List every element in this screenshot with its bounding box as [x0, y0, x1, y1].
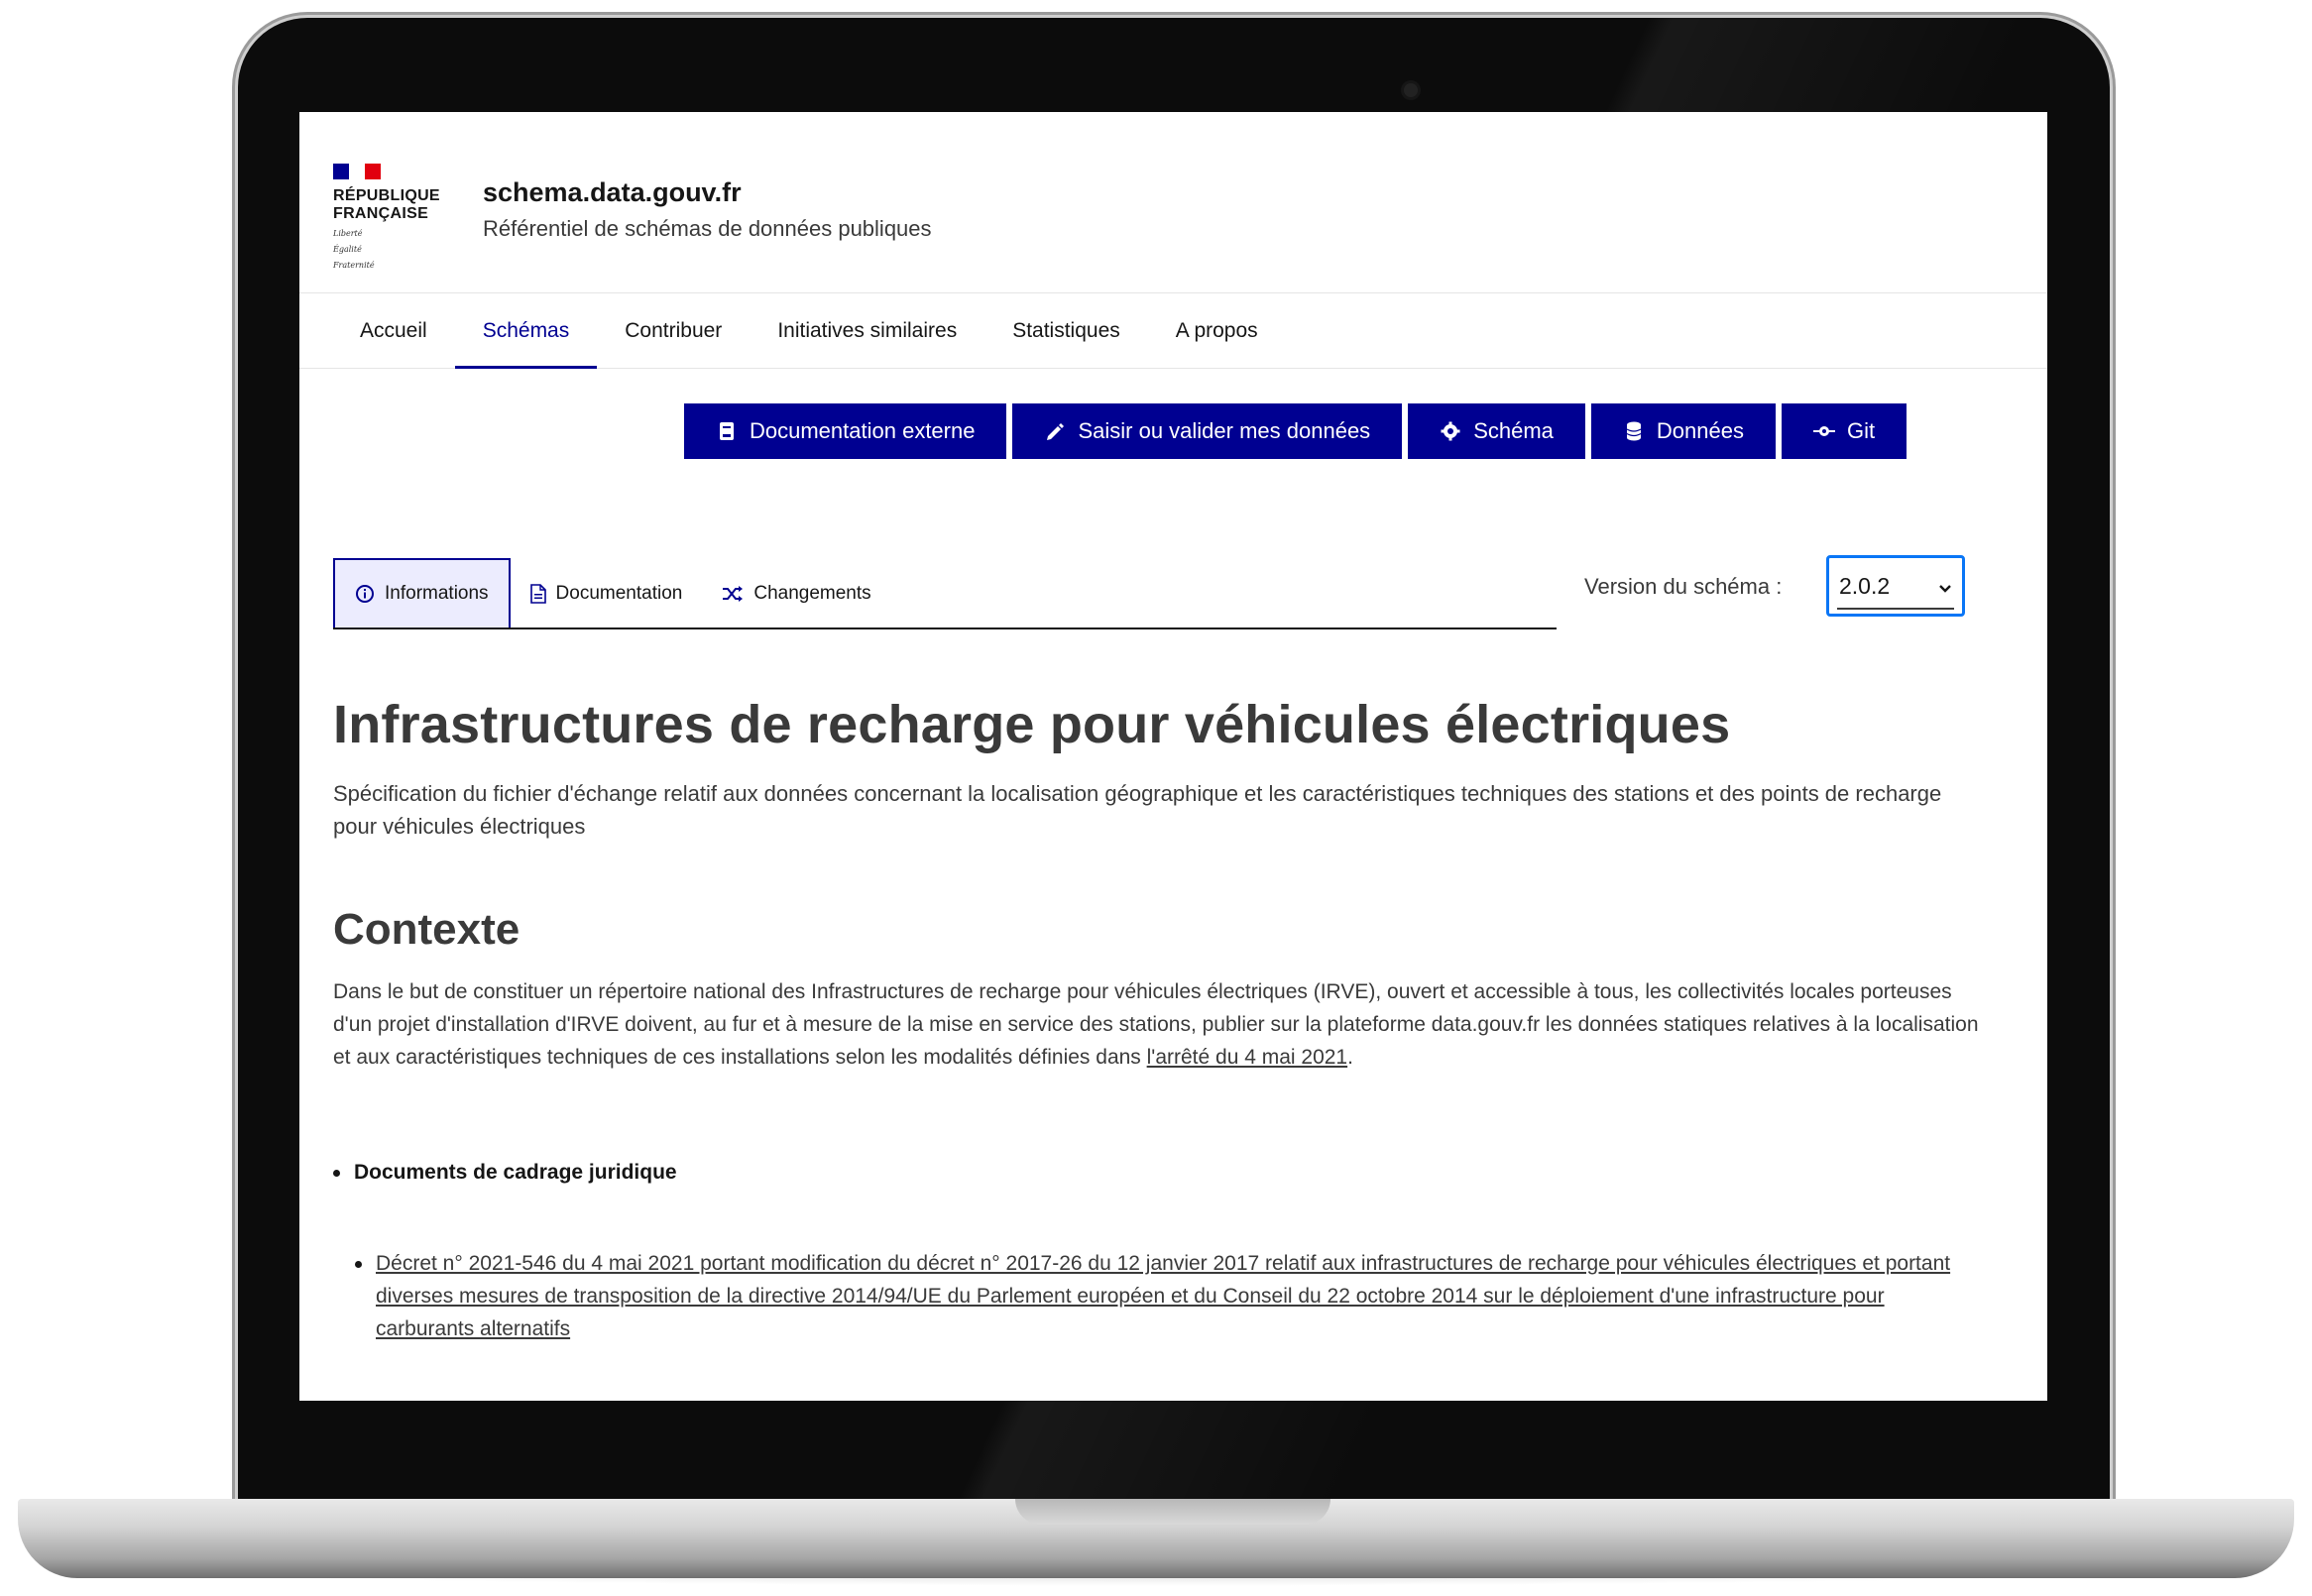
chevron-down-icon: [1938, 573, 1952, 600]
nav-item-schemas[interactable]: Schémas: [454, 293, 598, 369]
nav-item-initiatives-similaires[interactable]: Initiatives similaires: [750, 293, 984, 368]
laptop-notch: [1015, 1499, 1330, 1525]
site-tagline: Référentiel de schémas de données publiq…: [483, 216, 932, 241]
decret-link[interactable]: Décret n° 2021-546 du 4 mai 2021 portant…: [376, 1247, 1981, 1345]
file-icon: [529, 584, 546, 604]
nav-item-contribuer[interactable]: Contribuer: [597, 293, 750, 368]
arrete-link[interactable]: l'arrêté du 4 mai 2021: [1147, 1046, 1347, 1069]
nav-item-a-propos[interactable]: A propos: [1148, 293, 1286, 368]
database-icon: [1623, 420, 1645, 442]
tab-documentation-label: Documentation: [555, 583, 683, 604]
donnees-label: Données: [1656, 418, 1744, 443]
version-select[interactable]: 2.0.2: [1826, 555, 1965, 617]
motto-line3: Fraternité: [333, 261, 375, 270]
nav-item-statistiques[interactable]: Statistiques: [984, 293, 1148, 368]
site-header: RÉPUBLIQUE FRANÇAISE Liberté Égalité Fra…: [299, 112, 2047, 293]
pencil-icon: [1044, 420, 1066, 442]
schema-tabs: Informations Documentation Changements: [333, 558, 1557, 629]
tab-documentation[interactable]: Documentation: [511, 560, 703, 627]
context-end: .: [1347, 1046, 1353, 1069]
main-nav: Accueil Schémas Contribuer Initiatives s…: [299, 293, 2047, 369]
logo-text-line1: RÉPUBLIQUE: [333, 187, 440, 204]
tab-changements-label: Changements: [753, 583, 871, 604]
gear-icon: [1440, 420, 1461, 442]
browser-screen: RÉPUBLIQUE FRANÇAISE Liberté Égalité Fra…: [299, 112, 2047, 1401]
saisir-valider-label: Saisir ou valider mes données: [1078, 418, 1371, 443]
schema-label: Schéma: [1473, 418, 1554, 443]
legal-sub-list-item: Décret n° 2021-546 du 4 mai 2021 portant…: [355, 1247, 1981, 1345]
tab-informations-label: Informations: [385, 583, 489, 604]
logo-text-line2: FRANÇAISE: [333, 205, 429, 222]
motto-line1: Liberté: [333, 229, 363, 238]
documentation-externe-label: Documentation externe: [750, 418, 976, 443]
legal-heading: Documents de cadrage juridique: [354, 1161, 677, 1184]
bullet-icon: [333, 1169, 340, 1177]
context-heading: Contexte: [333, 905, 520, 954]
action-buttons: Documentation externe Saisir ou valider …: [684, 403, 1907, 459]
site-title[interactable]: schema.data.gouv.fr: [483, 177, 742, 208]
document-icon: [716, 420, 738, 442]
flag-icon: [333, 164, 381, 179]
shuffle-icon: [722, 585, 744, 603]
info-icon: [355, 584, 375, 604]
donnees-button[interactable]: Données: [1590, 403, 1776, 459]
git-icon: [1812, 420, 1835, 442]
tab-changements[interactable]: Changements: [702, 560, 890, 627]
documentation-externe-button[interactable]: Documentation externe: [684, 403, 1007, 459]
context-paragraph: Dans le but de constituer un répertoire …: [333, 975, 1979, 1074]
nav-item-accueil[interactable]: Accueil: [332, 293, 455, 368]
tab-informations[interactable]: Informations: [333, 558, 511, 627]
version-label: Version du schéma :: [1584, 574, 1783, 599]
schema-button[interactable]: Schéma: [1408, 403, 1585, 459]
saisir-valider-button[interactable]: Saisir ou valider mes données: [1012, 403, 1403, 459]
version-selected-value: 2.0.2: [1839, 572, 1891, 599]
git-button[interactable]: Git: [1781, 403, 1907, 459]
page-lead: Spécification du fichier d'échange relat…: [333, 781, 1942, 839]
legal-list-item: Documents de cadrage juridique: [333, 1161, 677, 1185]
republique-francaise-logo[interactable]: RÉPUBLIQUE FRANÇAISE Liberté Égalité Fra…: [333, 164, 440, 271]
page-title: Infrastructures de recharge pour véhicul…: [333, 695, 1731, 754]
motto-line2: Égalité: [333, 245, 362, 254]
git-label: Git: [1846, 418, 1876, 443]
camera-icon: [1404, 83, 1418, 97]
bullet-icon: [355, 1261, 362, 1268]
